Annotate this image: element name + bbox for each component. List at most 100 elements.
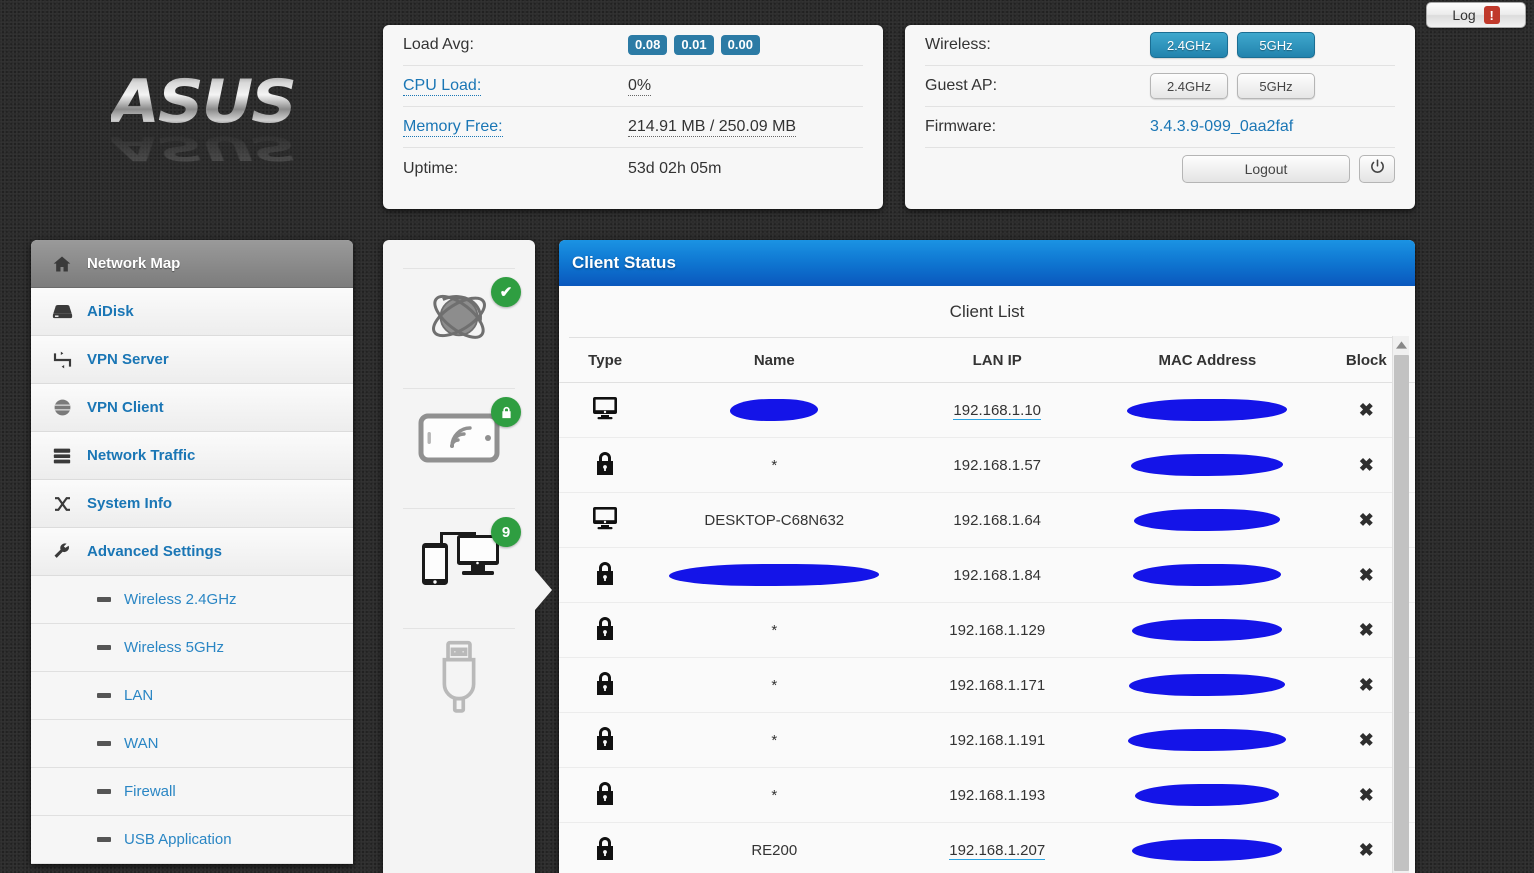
guest-24ghz-button[interactable]: 2.4GHz [1150, 73, 1228, 99]
redacted-mac [1133, 564, 1282, 586]
sidebar-item-system-info[interactable]: System Info [31, 480, 353, 528]
table-row[interactable]: * 192.168.1.171 ✖ [559, 657, 1415, 713]
clients-devices-icon [416, 529, 502, 592]
reboot-power-button[interactable] [1359, 154, 1395, 183]
sidebar-label-network-traffic: Network Traffic [87, 447, 196, 464]
block-client-button[interactable]: ✖ [1359, 455, 1374, 475]
block-client-button[interactable]: ✖ [1359, 620, 1374, 640]
wireless-label: Wireless: [925, 36, 991, 53]
cell-type [559, 547, 652, 603]
load-average-badge-3: 0.00 [720, 34, 760, 56]
firmware-version[interactable]: 3.4.3.9-099_0aa2faf [1150, 118, 1293, 136]
sidebar-item-advanced-settings[interactable]: Advanced Settings [31, 528, 353, 576]
wireless-24ghz-button[interactable]: 2.4GHz [1150, 32, 1228, 58]
sidebar-subitem-firewall[interactable]: Firewall [31, 768, 353, 816]
client-status-body: Client List Type Name LAN IP MAC Address… [559, 286, 1415, 873]
cell-name [651, 382, 898, 438]
sidebar-sublabel-wireless-24ghz: Wireless 2.4GHz [124, 591, 237, 608]
block-client-button[interactable]: ✖ [1359, 565, 1374, 585]
topology-node-internet[interactable]: ✔ [403, 268, 521, 372]
sidebar-subitem-wireless-24ghz[interactable]: Wireless 2.4GHz [31, 576, 353, 624]
sidebar-sublabel-wireless-5ghz: Wireless 5GHz [124, 639, 225, 656]
sidebar-subitem-wan[interactable]: WAN [31, 720, 353, 768]
table-row[interactable]: * 192.168.1.193 ✖ [559, 767, 1415, 823]
topology-selection-arrow [535, 570, 552, 610]
cell-lan-ip[interactable]: 192.168.1.207 [897, 822, 1098, 873]
table-row[interactable]: * 192.168.1.129 ✖ [559, 602, 1415, 658]
sidebar-subitem-usb-application[interactable]: USB Application [31, 816, 353, 864]
sidebar-item-network-map[interactable]: Network Map [31, 240, 353, 288]
sidebar-item-network-traffic[interactable]: Network Traffic [31, 432, 353, 480]
traffic-icon [47, 444, 77, 468]
client-list-table: Type Name LAN IP MAC Address Block 192.1… [559, 338, 1415, 873]
redacted-name [669, 564, 880, 586]
network-topology-panel: ✔ 9 [383, 240, 552, 873]
sidebar-item-vpn-server[interactable]: VPN Server [31, 336, 353, 384]
cell-lan-ip: 192.168.1.171 [897, 657, 1098, 713]
cell-mac-address [1097, 492, 1318, 548]
shuffle-icon [47, 492, 77, 516]
load-average-badge-1: 0.08 [628, 34, 668, 56]
block-client-button[interactable]: ✖ [1359, 785, 1374, 805]
block-client-button[interactable]: ✖ [1359, 730, 1374, 750]
topology-node-clients[interactable]: 9 [403, 508, 521, 612]
scrollbar-thumb[interactable] [1394, 355, 1409, 871]
sidebar-subitem-lan[interactable]: LAN [31, 672, 353, 720]
wireless-status-panel: Wireless: 2.4GHz 5GHz Guest AP: 2.4GHz 5… [905, 25, 1415, 209]
guest-ap-label: Guest AP: [925, 77, 998, 94]
cell-mac-address [1097, 822, 1318, 873]
client-status-title: Client Status [572, 253, 676, 272]
topology-node-wireless[interactable] [403, 388, 521, 492]
table-row[interactable]: 192.168.1.10 ✖ [559, 382, 1415, 438]
client-list-scrollbar[interactable] [1392, 336, 1409, 873]
cpu-load-row: CPU Load: 0% [403, 66, 863, 107]
home-icon [47, 252, 77, 276]
internet-status-badge: ✔ [491, 277, 521, 307]
table-row[interactable]: 192.168.1.84 ✖ [559, 547, 1415, 603]
table-row[interactable]: RE200 192.168.1.207 ✖ [559, 822, 1415, 873]
cell-lan-ip: 192.168.1.193 [897, 767, 1098, 823]
wireless-security-badge [491, 397, 521, 427]
memory-free-value: 214.91 MB / 250.09 MB [628, 117, 797, 137]
dash-icon [97, 645, 111, 650]
block-client-button[interactable]: ✖ [1359, 675, 1374, 695]
sidebar-subitem-wireless-5ghz[interactable]: Wireless 5GHz [31, 624, 353, 672]
wireless-5ghz-button[interactable]: 5GHz [1237, 32, 1315, 58]
system-status-panel: Load Avg: 0.08 0.01 0.00 CPU Load: 0% Me… [383, 25, 883, 209]
cell-name: * [651, 712, 898, 768]
table-row[interactable]: * 192.168.1.57 ✖ [559, 437, 1415, 493]
table-row[interactable]: DESKTOP-C68N632 192.168.1.64 ✖ [559, 492, 1415, 548]
redacted-mac [1129, 674, 1286, 696]
dash-icon [97, 597, 111, 602]
redacted-mac [1131, 454, 1284, 476]
cell-lan-ip: 192.168.1.57 [897, 437, 1098, 493]
topology-node-usb[interactable] [403, 628, 515, 732]
logout-button[interactable]: Logout [1182, 154, 1350, 183]
cell-mac-address [1097, 547, 1318, 603]
internet-globe-icon [422, 281, 496, 360]
lock-icon [594, 781, 616, 810]
asus-logo-text: ASUS [110, 67, 297, 137]
cell-type [559, 602, 652, 658]
guest-5ghz-button[interactable]: 5GHz [1237, 73, 1315, 99]
block-client-button[interactable]: ✖ [1359, 840, 1374, 860]
client-list-title: Client List [569, 286, 1405, 338]
cell-mac-address [1097, 657, 1318, 713]
lock-icon [594, 836, 616, 865]
block-client-button[interactable]: ✖ [1359, 400, 1374, 420]
cell-lan-ip: 192.168.1.191 [897, 712, 1098, 768]
sidebar-label-system-info: System Info [87, 495, 173, 512]
sidebar-item-vpn-client[interactable]: VPN Client [31, 384, 353, 432]
sidebar-item-aidisk[interactable]: AiDisk [31, 288, 353, 336]
block-client-button[interactable]: ✖ [1359, 510, 1374, 530]
log-button[interactable]: Log ! [1426, 2, 1526, 28]
cell-lan-ip[interactable]: 192.168.1.10 [897, 382, 1098, 438]
scroll-up-arrow-icon[interactable] [1393, 336, 1410, 353]
memory-free-link[interactable]: Memory Free: [403, 118, 503, 137]
cpu-load-link[interactable]: CPU Load: [403, 77, 482, 96]
guest-ap-band-buttons: 2.4GHz 5GHz [1150, 73, 1315, 99]
usb-icon [434, 639, 484, 722]
table-row[interactable]: * 192.168.1.191 ✖ [559, 712, 1415, 768]
power-icon [1369, 158, 1386, 180]
cell-type [559, 382, 652, 438]
